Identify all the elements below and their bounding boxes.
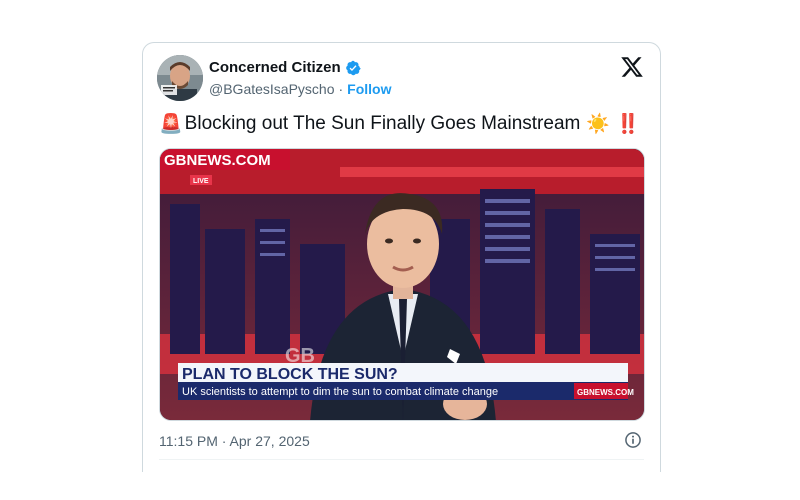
avatar-image <box>157 55 203 101</box>
tweet-timestamp[interactable]: 11:15 PM · Apr 27, 2025 <box>159 433 310 449</box>
siren-emoji: 🚨 <box>159 114 183 135</box>
handle-separator: · <box>338 81 344 97</box>
double-exclamation-emoji: ‼️ <box>616 114 640 135</box>
x-logo-icon[interactable] <box>620 55 644 79</box>
divider <box>159 459 644 460</box>
sun-emoji: ☀️ <box>586 114 611 135</box>
chyron-subheadline: UK scientists to attempt to dim the sun … <box>182 386 498 398</box>
tweet-card[interactable]: Concerned Citizen @BGatesIsaPyscho · Fol… <box>142 42 661 472</box>
author-handle[interactable]: @BGatesIsaPyscho <box>209 81 335 97</box>
video-thumbnail[interactable]: GBNEWS.COM LIVE GB PLAN TO BLOCK THE SUN… <box>159 148 645 421</box>
author-name[interactable]: Concerned Citizen <box>209 59 341 76</box>
news-broadcast-frame: GBNEWS.COM LIVE GB PLAN TO BLOCK THE SUN… <box>160 149 644 420</box>
ticker-logo: GBNEWS.COM <box>577 388 634 397</box>
verified-badge-icon <box>345 60 361 75</box>
avatar[interactable] <box>157 55 203 101</box>
chyron-headline: PLAN TO BLOCK THE SUN? <box>182 366 398 383</box>
live-badge: LIVE <box>193 178 209 185</box>
info-icon[interactable] <box>623 430 643 450</box>
tweet-text: Blocking out The Sun Finally Goes Mainst… <box>184 113 581 134</box>
follow-button[interactable]: Follow <box>347 81 391 97</box>
channel-logo: GBNEWS.COM <box>164 152 271 169</box>
